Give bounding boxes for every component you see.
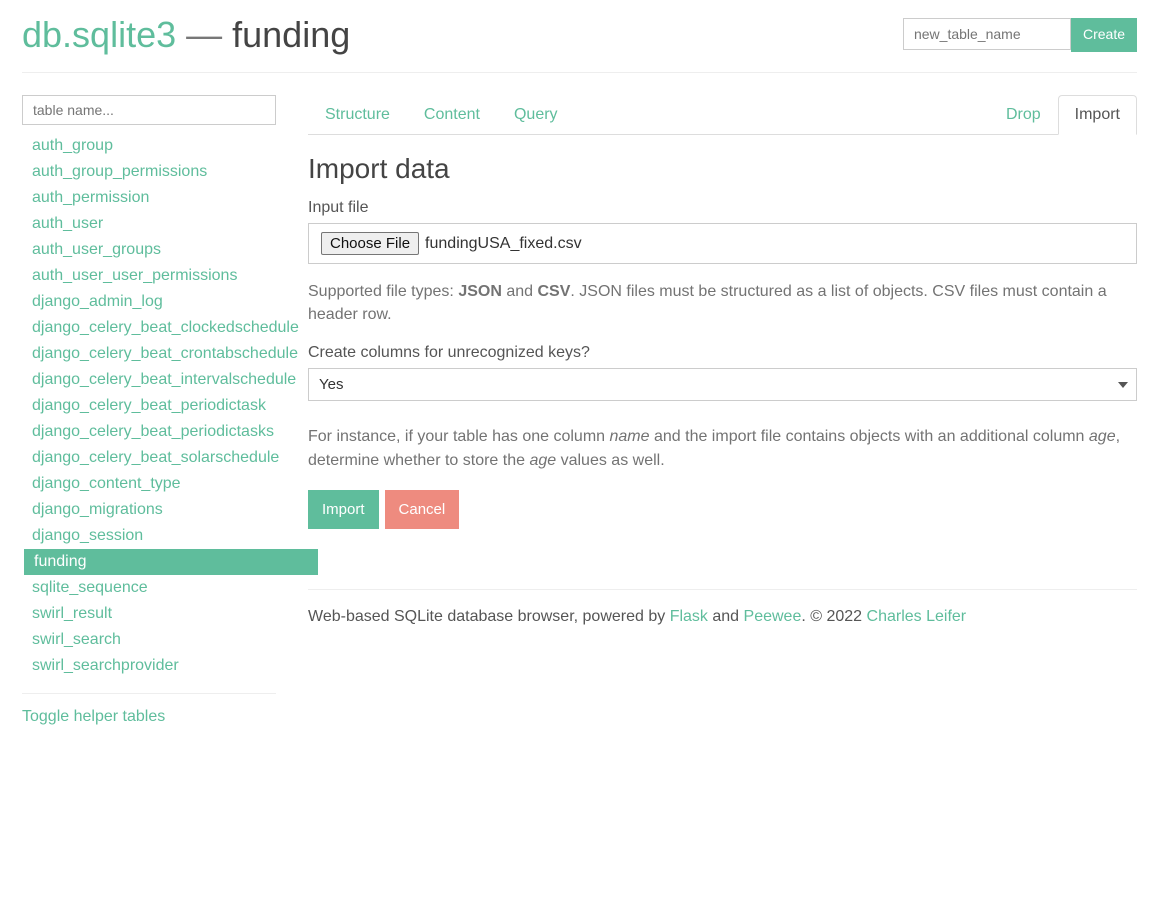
flask-link[interactable]: Flask xyxy=(670,608,708,625)
table-link[interactable]: django_celery_beat_solarschedule xyxy=(32,449,279,466)
tab-spacer xyxy=(575,95,989,134)
selected-file-name: fundingUSA_fixed.csv xyxy=(425,235,582,253)
tab-query[interactable]: Query xyxy=(497,95,575,135)
table-link[interactable]: django_session xyxy=(32,527,143,544)
table-link[interactable]: swirl_searchprovider xyxy=(32,657,179,674)
table-link[interactable]: auth_group_permissions xyxy=(32,163,207,180)
tab-import[interactable]: Import xyxy=(1058,95,1137,135)
header: db.sqlite3 — funding Create xyxy=(22,0,1137,73)
file-help-text: Supported file types: JSON and CSV. JSON… xyxy=(308,280,1137,326)
table-link[interactable]: auth_group xyxy=(32,137,113,154)
tab-drop[interactable]: Drop xyxy=(989,95,1058,135)
table-row: swirl_search xyxy=(22,627,308,653)
table-link[interactable]: auth_permission xyxy=(32,189,149,206)
columns-help-text: For instance, if your table has one colu… xyxy=(308,425,1137,471)
table-row: django_admin_log xyxy=(22,289,308,315)
file-input-row[interactable]: Choose File fundingUSA_fixed.csv xyxy=(308,223,1137,264)
table-link[interactable]: django_celery_beat_intervalschedule xyxy=(32,371,296,388)
table-link[interactable]: swirl_search xyxy=(32,631,121,648)
table-row: auth_group xyxy=(22,133,308,159)
choose-file-button[interactable]: Choose File xyxy=(321,232,419,255)
sidebar-divider xyxy=(22,693,276,694)
table-row: django_session xyxy=(22,523,308,549)
page-title: db.sqlite3 — funding xyxy=(22,14,350,56)
tab-content[interactable]: Content xyxy=(407,95,497,135)
table-row: sqlite_sequence xyxy=(22,575,308,601)
table-list: auth_group auth_group_permissions auth_per… xyxy=(22,133,308,679)
table-row: django_migrations xyxy=(22,497,308,523)
table-link[interactable]: django_migrations xyxy=(32,501,163,518)
table-link[interactable]: django_admin_log xyxy=(32,293,163,310)
table-row: swirl_result xyxy=(22,601,308,627)
title-separator: — xyxy=(176,14,232,55)
table-filter-input[interactable] xyxy=(22,95,276,125)
current-table: funding xyxy=(232,14,350,55)
table-row: django_celery_beat_crontabschedule xyxy=(22,341,308,367)
footer: Web-based SQLite database browser, power… xyxy=(308,589,1137,644)
sidebar: auth_group auth_group_permissions auth_per… xyxy=(22,73,308,726)
table-row: django_celery_beat_clockedschedule xyxy=(22,315,308,341)
table-link[interactable]: django_celery_beat_clockedschedule xyxy=(32,319,299,336)
table-link[interactable]: funding xyxy=(34,553,87,570)
table-row: auth_user_user_permissions xyxy=(22,263,308,289)
toggle-helper-link[interactable]: Toggle helper tables xyxy=(22,708,165,725)
table-link[interactable]: auth_user xyxy=(32,215,103,232)
tab-structure[interactable]: Structure xyxy=(308,95,407,135)
table-row: auth_user xyxy=(22,211,308,237)
table-row: auth_user_groups xyxy=(22,237,308,263)
table-row: django_celery_beat_periodictask xyxy=(22,393,308,419)
table-link[interactable]: auth_user_user_permissions xyxy=(32,267,237,284)
table-link[interactable]: django_content_type xyxy=(32,475,181,492)
import-button[interactable]: Import xyxy=(308,490,379,529)
table-link[interactable]: sqlite_sequence xyxy=(32,579,148,596)
import-heading: Import data xyxy=(308,153,1137,185)
table-link[interactable]: django_celery_beat_periodictasks xyxy=(32,423,274,440)
table-row: auth_group_permissions xyxy=(22,159,308,185)
author-link[interactable]: Charles Leifer xyxy=(867,608,967,625)
table-row: django_celery_beat_intervalschedule xyxy=(22,367,308,393)
table-row: django_celery_beat_periodictasks xyxy=(22,419,308,445)
cancel-button[interactable]: Cancel xyxy=(385,490,460,529)
create-columns-label: Create columns for unrecognized keys? xyxy=(308,344,1137,362)
main: Structure Content Query Drop Import Impo… xyxy=(308,73,1137,726)
table-link[interactable]: swirl_result xyxy=(32,605,112,622)
peewee-link[interactable]: Peewee xyxy=(744,608,802,625)
table-row: django_content_type xyxy=(22,471,308,497)
input-file-label: Input file xyxy=(308,199,1137,217)
form-actions: Import Cancel xyxy=(308,490,1137,529)
table-link[interactable]: django_celery_beat_crontabschedule xyxy=(32,345,298,362)
table-link[interactable]: auth_user_groups xyxy=(32,241,161,258)
create-columns-select[interactable]: Yes xyxy=(308,368,1137,401)
new-table-input[interactable] xyxy=(903,18,1071,50)
create-table-form: Create xyxy=(903,18,1137,52)
table-link[interactable]: django_celery_beat_periodictask xyxy=(32,397,266,414)
table-row: swirl_searchprovider xyxy=(22,653,308,679)
table-row: django_celery_beat_solarschedule xyxy=(22,445,308,471)
table-row: funding xyxy=(24,549,318,575)
table-row: auth_permission xyxy=(22,185,308,211)
create-button[interactable]: Create xyxy=(1071,18,1137,52)
tabs: Structure Content Query Drop Import xyxy=(308,95,1137,135)
db-name-link[interactable]: db.sqlite3 xyxy=(22,14,176,55)
